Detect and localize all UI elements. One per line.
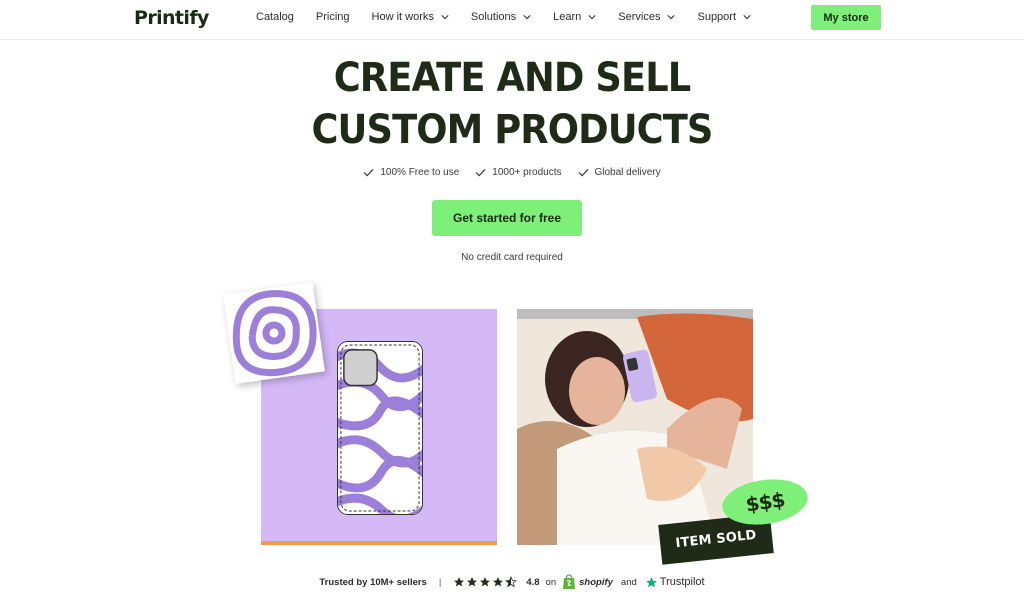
check-icon: [475, 168, 486, 177]
feature-label: Global delivery: [594, 167, 661, 178]
nav-item-catalog[interactable]: Catalog: [256, 11, 294, 23]
feature-item: 1000+ products: [475, 167, 562, 178]
hero-headline-line-1: CREATE AND SELL: [333, 55, 691, 101]
nav-menu: Catalog Pricing How it works Solutions L…: [256, 11, 773, 23]
shopify-bag-icon: [563, 574, 576, 589]
star-icon: [467, 577, 478, 587]
my-store-button[interactable]: My store: [811, 5, 881, 30]
nav-item-label: Support: [697, 11, 737, 23]
trust-separator: |: [438, 576, 442, 588]
nav-item-label: Pricing: [315, 11, 350, 23]
and-label: and: [620, 576, 637, 588]
chevron-down-icon: [743, 15, 751, 20]
chevron-down-icon: [523, 15, 531, 20]
feature-label: 100% Free to use: [380, 167, 460, 178]
trustpilot-wordmark: Trustpilot: [659, 576, 705, 588]
trusted-by-label: Trusted by 10M+ sellers: [319, 576, 427, 588]
swirl-pattern-tile: [223, 282, 325, 384]
trust-bar: Trusted by 10M+ sellers | 4.8 on shopify…: [0, 574, 1024, 590]
trustpilot-star-icon: [645, 576, 657, 587]
feature-item: Global delivery: [578, 167, 661, 178]
chevron-down-icon: [441, 15, 449, 20]
rating-stars: [453, 576, 518, 588]
chevron-down-icon: [588, 15, 596, 20]
hero-headline-line-2: CUSTOM PRODUCTS: [311, 107, 713, 153]
nav-item-services[interactable]: Services: [618, 11, 676, 23]
rating-value: 4.8: [526, 576, 540, 588]
no-credit-card-note: No credit card required: [461, 252, 563, 263]
nav-item-label: Learn: [553, 11, 582, 23]
nav-item-support[interactable]: Support: [697, 11, 751, 23]
top-navigation: Printify Catalog Pricing How it works So…: [0, 0, 1024, 40]
nav-item-label: How it works: [371, 11, 434, 23]
nav-item-learn[interactable]: Learn: [553, 11, 596, 23]
rating-on-label: on: [545, 576, 557, 588]
star-icon: [493, 577, 504, 587]
phone-case-mockup: [337, 341, 423, 515]
feature-item: 100% Free to use: [363, 167, 459, 178]
nav-item-label: Solutions: [470, 11, 517, 23]
feature-label: 1000+ products: [492, 167, 562, 178]
get-started-button[interactable]: Get started for free: [432, 200, 582, 236]
feature-list: 100% Free to use 1000+ products Global d…: [0, 167, 1024, 178]
half-star-icon: [505, 576, 518, 588]
check-icon: [363, 168, 374, 177]
panel-accent-strip: [261, 541, 497, 545]
nav-item-solutions[interactable]: Solutions: [471, 11, 531, 23]
nav-item-pricing[interactable]: Pricing: [316, 11, 350, 23]
star-icon: [480, 577, 491, 587]
customer-photo: [517, 309, 753, 545]
printify-logo[interactable]: Printify: [134, 7, 209, 29]
nav-item-label: Services: [618, 11, 661, 23]
nav-item-how-it-works[interactable]: How it works: [372, 11, 449, 23]
shopify-wordmark: shopify: [579, 576, 613, 588]
star-icon: [454, 577, 465, 587]
check-icon: [578, 168, 588, 177]
chevron-down-icon: [667, 15, 676, 20]
nav-item-label: Catalog: [256, 11, 294, 23]
